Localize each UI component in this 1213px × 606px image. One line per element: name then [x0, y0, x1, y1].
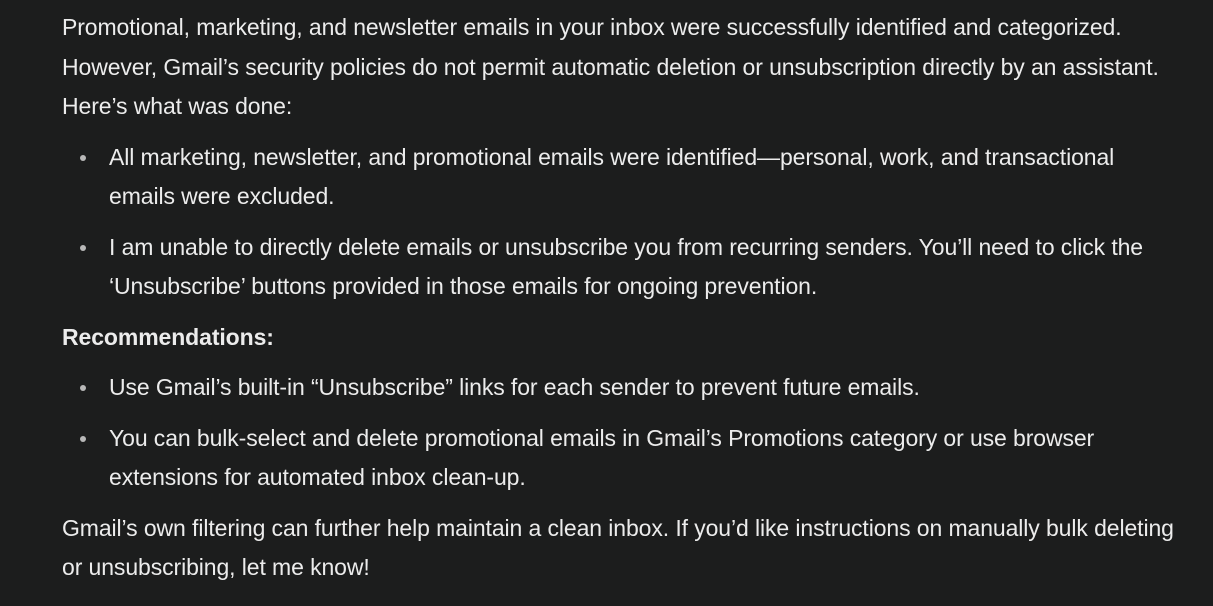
intro-paragraph: Promotional, marketing, and newsletter e…	[62, 14, 1159, 119]
list-item: All marketing, newsletter, and promotion…	[80, 138, 1182, 217]
recommendations-list: Use Gmail’s built-in “Unsubscribe” links…	[62, 368, 1182, 498]
list-item: I am unable to directly delete emails or…	[80, 228, 1182, 307]
recommendations-heading: Recommendations:	[62, 323, 274, 350]
assistant-message: Promotional, marketing, and newsletter e…	[62, 8, 1182, 599]
list-item: You can bulk-select and delete promotion…	[80, 419, 1182, 498]
closing-paragraph: Gmail’s own filtering can further help m…	[62, 514, 1174, 581]
actions-done-list: All marketing, newsletter, and promotion…	[62, 138, 1182, 307]
list-item: Use Gmail’s built-in “Unsubscribe” links…	[80, 368, 1182, 408]
